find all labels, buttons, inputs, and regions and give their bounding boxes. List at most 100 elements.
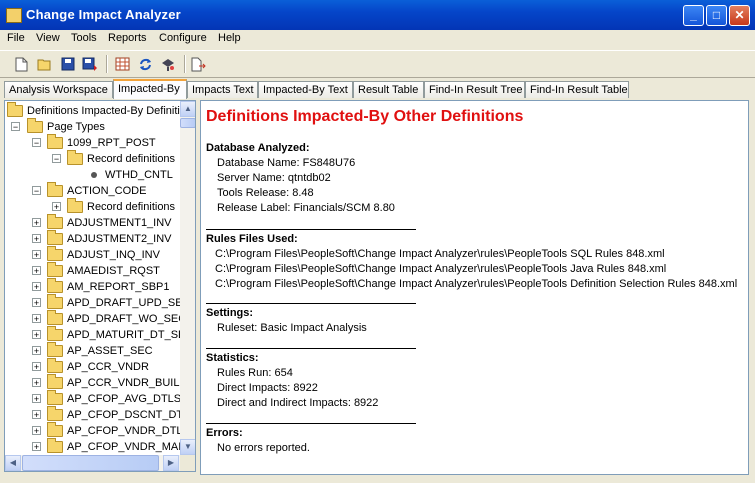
collapse-icon[interactable]: −	[32, 138, 41, 148]
new-document-icon[interactable]	[13, 56, 29, 72]
folder-icon	[47, 438, 63, 453]
expand-icon[interactable]: +	[32, 282, 41, 292]
toolbar-separator	[184, 55, 186, 73]
expand-icon[interactable]: +	[32, 346, 41, 356]
statistics-heading: Statistics:	[206, 352, 259, 364]
direct-impacts: Direct Impacts: 8922	[217, 382, 318, 394]
tab-analysis-workspace[interactable]: Analysis Workspace	[4, 81, 113, 98]
folder-icon	[47, 406, 63, 421]
folder-icon	[47, 134, 63, 149]
menu-tools[interactable]: Tools	[71, 32, 97, 44]
folder-icon	[47, 182, 63, 197]
ruleset: Ruleset: Basic Impact Analysis	[217, 322, 367, 334]
save-as-icon[interactable]	[82, 56, 98, 72]
folder-icon	[47, 294, 63, 309]
tools-release: Tools Release: 8.48	[217, 187, 314, 199]
folder-icon	[47, 310, 63, 325]
collapse-icon[interactable]: −	[52, 154, 61, 164]
direct-indirect-impacts: Direct and Indirect Impacts: 8922	[217, 397, 379, 409]
database-heading: Database Analyzed:	[206, 142, 310, 154]
folder-icon	[7, 102, 23, 117]
scroll-thumb[interactable]	[22, 455, 159, 471]
scroll-left-arrow-icon[interactable]: ◀	[5, 455, 21, 471]
folder-icon	[47, 374, 63, 389]
scroll-down-arrow-icon[interactable]: ▼	[180, 439, 195, 455]
folder-icon	[47, 246, 63, 261]
close-button[interactable]: ✕	[729, 5, 750, 26]
report-panel: Definitions Impacted-By Other Definition…	[200, 100, 749, 475]
maximize-button[interactable]: □	[706, 5, 727, 26]
scroll-corner	[180, 455, 195, 471]
refresh-icon[interactable]	[137, 56, 153, 72]
tab-impacted-by-text[interactable]: Impacted-By Text	[258, 81, 353, 98]
expand-icon[interactable]: +	[32, 394, 41, 404]
menu-help[interactable]: Help	[218, 32, 241, 44]
tab-result-table[interactable]: Result Table	[353, 81, 424, 98]
grid-icon[interactable]	[114, 56, 130, 72]
errors-heading: Errors:	[206, 427, 243, 439]
expand-icon[interactable]: +	[32, 426, 41, 436]
window-title: Change Impact Analyzer	[26, 7, 181, 22]
folder-icon	[47, 230, 63, 245]
rules-file: C:\Program Files\PeopleSoft\Change Impac…	[215, 248, 665, 260]
menu-reports[interactable]: Reports	[108, 32, 147, 44]
menu-bar: File View Tools Reports Configure Help	[0, 30, 755, 49]
scroll-up-arrow-icon[interactable]: ▲	[180, 101, 195, 117]
tab-impacts-text[interactable]: Impacts Text	[187, 81, 258, 98]
toolbar-separator	[106, 55, 108, 73]
expand-icon[interactable]: +	[32, 410, 41, 420]
menu-configure[interactable]: Configure	[159, 32, 207, 44]
tab-impacted-by[interactable]: Impacted-By	[113, 79, 187, 99]
expand-icon[interactable]: +	[32, 330, 41, 340]
menu-view[interactable]: View	[36, 32, 60, 44]
folder-icon	[27, 118, 43, 133]
divider	[206, 348, 416, 349]
tree-horizontal-scrollbar[interactable]: ◀ ▶	[5, 455, 180, 471]
divider	[206, 423, 416, 424]
tab-find-in-result-tree[interactable]: Find-In Result Tree	[424, 81, 525, 98]
impact-tree[interactable]: Definitions Impacted-By Definitio − Page…	[4, 100, 196, 472]
collapse-icon[interactable]: −	[32, 186, 41, 196]
folder-icon	[47, 278, 63, 293]
divider	[206, 229, 416, 230]
collapse-icon[interactable]: −	[11, 122, 20, 132]
errors-message: No errors reported.	[217, 442, 310, 454]
save-icon[interactable]	[60, 56, 76, 72]
report-title: Definitions Impacted-By Other Definition…	[206, 108, 524, 125]
tab-find-in-result-table[interactable]: Find-In Result Table	[525, 81, 629, 98]
app-icon	[6, 8, 22, 23]
scroll-right-arrow-icon[interactable]: ▶	[163, 455, 179, 471]
bullet-icon	[91, 172, 97, 178]
minimize-button[interactable]: _	[683, 5, 704, 26]
folder-icon	[47, 422, 63, 437]
expand-icon[interactable]: +	[32, 298, 41, 308]
expand-icon[interactable]: +	[32, 250, 41, 260]
title-bar[interactable]: Change Impact Analyzer _ □ ✕	[0, 0, 755, 30]
rules-heading: Rules Files Used:	[206, 233, 298, 245]
release-label: Release Label: Financials/SCM 8.80	[217, 202, 395, 214]
open-folder-icon[interactable]	[37, 56, 53, 72]
expand-icon[interactable]: +	[32, 218, 41, 228]
rules-run: Rules Run: 654	[217, 367, 293, 379]
toolbar	[0, 50, 755, 78]
menu-file[interactable]: File	[7, 32, 25, 44]
expand-icon[interactable]: +	[32, 266, 41, 276]
export-document-icon[interactable]	[191, 56, 207, 72]
expand-icon[interactable]: +	[32, 378, 41, 388]
expand-icon[interactable]: +	[32, 314, 41, 324]
tree-vertical-scrollbar[interactable]: ▲ ▼	[180, 101, 195, 455]
analyze-icon[interactable]	[160, 56, 176, 72]
settings-heading: Settings:	[206, 307, 254, 319]
scroll-thumb[interactable]	[180, 118, 195, 128]
rules-file: C:\Program Files\PeopleSoft\Change Impac…	[215, 278, 738, 290]
folder-icon	[47, 358, 63, 373]
folder-icon	[67, 150, 83, 165]
expand-icon[interactable]: +	[52, 202, 61, 212]
expand-icon[interactable]: +	[32, 362, 41, 372]
folder-icon	[47, 214, 63, 229]
expand-icon[interactable]: +	[32, 442, 41, 452]
database-name: Database Name: FS848U76	[217, 157, 356, 169]
folder-icon	[67, 198, 83, 213]
expand-icon[interactable]: +	[32, 234, 41, 244]
folder-icon	[47, 390, 63, 405]
